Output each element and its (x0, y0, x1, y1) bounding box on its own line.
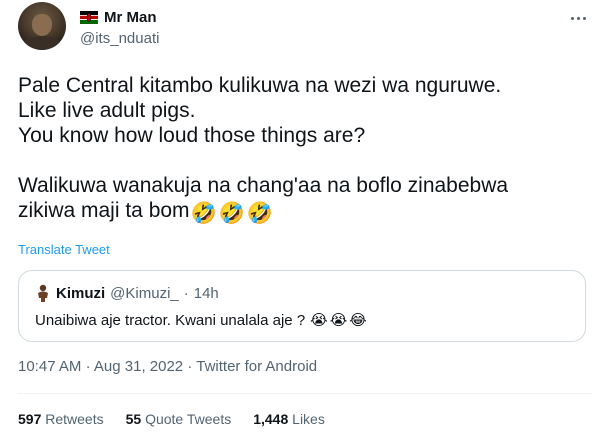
retweets-count: 597 (18, 411, 42, 427)
retweets-label: Retweets (45, 411, 104, 427)
quoted-author-handle: @Kimuzi_ (110, 284, 179, 302)
quoted-tweet-text: Unaibiwa aje tractor. Kwani unalala aje … (35, 311, 306, 329)
tears-of-joy-emoji-icon: 😂 (349, 312, 367, 329)
rofl-emoji-icon: 🤣 (246, 202, 274, 225)
quoted-separator: · (183, 284, 189, 302)
quoted-tweet[interactable]: Kimuzi @Kimuzi_ · 14h Unaibiwa aje tract… (18, 270, 586, 342)
tweet-line: Like live adult pigs. (18, 99, 196, 122)
rofl-emojis: 🤣 🤣 🤣 (191, 201, 273, 226)
quoted-author-name: Kimuzi (56, 284, 106, 302)
quoted-time: 14h (193, 284, 219, 302)
likes-count: 1,448 (253, 411, 289, 427)
tweet-line: Pale Central kitambo kulikuwa na wezi wa… (18, 74, 502, 97)
tweet-line: You know how loud those things are? (18, 124, 366, 147)
crying-emoji-icon: 😭 (310, 312, 328, 329)
tweet-date[interactable]: Aug 31, 2022 (94, 358, 183, 375)
rofl-emoji-icon: 🤣 (190, 202, 217, 225)
quote-tweets-stat[interactable]: 55 Quote Tweets (126, 411, 232, 427)
tweet-card: Mr Man @its_nduati Pale Central kitambo … (0, 0, 610, 446)
divider (18, 393, 592, 394)
kenya-flag-icon (80, 11, 98, 24)
retweets-stat[interactable]: 597 Retweets (18, 411, 104, 427)
meta-separator: · (85, 358, 91, 375)
more-dot (576, 16, 580, 20)
tweet-time[interactable]: 10:47 AM (18, 358, 81, 375)
tweet-meta: 10:47 AM · Aug 31, 2022 · Twitter for An… (18, 358, 317, 375)
more-options-icon[interactable] (566, 8, 590, 28)
author-display-name[interactable]: Mr Man (104, 9, 157, 26)
tweet-text: Pale Central kitambo kulikuwa na wezi wa… (18, 73, 598, 226)
more-dot (570, 16, 574, 20)
author-handle[interactable]: @its_nduati (80, 30, 159, 47)
crying-emoji-icon: 😭 (329, 312, 348, 329)
tweet-line-last: zikiwa maji ta bom 🤣 🤣 🤣 (18, 198, 598, 226)
engagement-stats: 597 Retweets 55 Quote Tweets 1,448 Likes (18, 411, 325, 427)
quoted-tweet-header: Kimuzi @Kimuzi_ · 14h (35, 284, 219, 302)
tweet-line: zikiwa maji ta bom (18, 199, 190, 222)
meta-separator: · (187, 358, 193, 375)
more-dot (582, 16, 586, 20)
quote-tweets-count: 55 (125, 411, 142, 427)
avatar-shirt (22, 36, 62, 50)
author-avatar[interactable] (18, 2, 66, 50)
tweet-source[interactable]: Twitter for Android (196, 358, 317, 375)
author-name-row: Mr Man (80, 9, 157, 26)
quote-tweets-label: Quote Tweets (145, 411, 232, 427)
avatar-face (32, 14, 52, 36)
likes-label: Likes (292, 411, 325, 427)
quoted-emojis: 😭 😭 😂 (310, 311, 367, 329)
quoted-author-avatar-icon[interactable] (35, 284, 51, 302)
rofl-emoji-icon: 🤣 (218, 202, 245, 225)
quoted-tweet-text-row: Unaibiwa aje tractor. Kwani unalala aje … (35, 311, 367, 330)
tweet-line: Walikuwa wanakuja na chang'aa na boflo z… (18, 174, 509, 197)
translate-tweet-link[interactable]: Translate Tweet (18, 242, 110, 257)
likes-stat[interactable]: 1,448 Likes (253, 411, 325, 427)
